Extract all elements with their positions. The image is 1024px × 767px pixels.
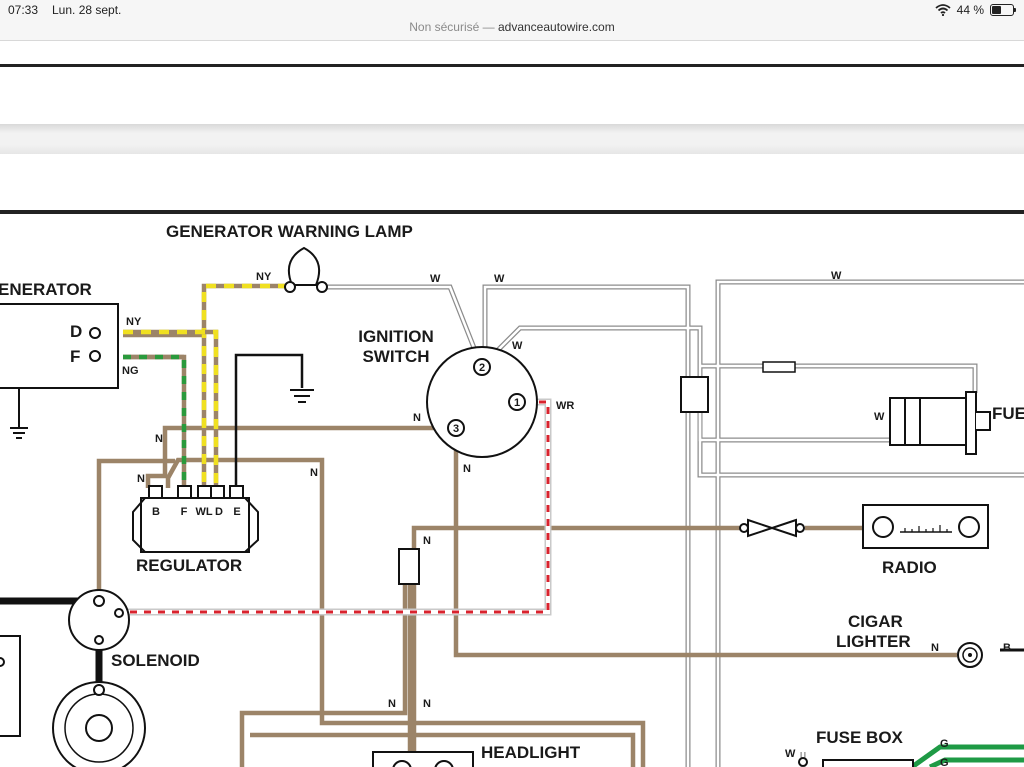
label-fuel: FUE <box>992 404 1024 423</box>
wire-w1: W <box>430 273 441 285</box>
label-warning-lamp: GENERATOR WARNING LAMP <box>166 222 413 241</box>
wire-n-reg-right: N <box>310 467 318 479</box>
wire-g1: G <box>940 738 949 750</box>
reg-e-label: E <box>233 506 240 518</box>
radio <box>862 504 989 549</box>
label-regulator: REGULATOR <box>136 556 242 575</box>
ign-3-label: 3 <box>453 423 459 435</box>
wire-ng-gen: NG <box>122 365 139 377</box>
wire-g2: G <box>940 757 949 767</box>
starter-motor <box>52 681 146 767</box>
label-cigar-1: CIGAR <box>848 612 903 631</box>
gen-f-terminal <box>89 350 101 362</box>
gen-d-label: D <box>70 322 82 341</box>
wire-n-bottom-1: N <box>388 698 396 710</box>
reg-f-label: F <box>181 506 188 518</box>
wire-n-fuse: N <box>423 535 431 547</box>
warning-lamp <box>284 246 328 293</box>
wiring-diagram: ENERATOR GENERATOR WARNING LAMP IGNITION… <box>0 222 1024 767</box>
label-solenoid: SOLENOID <box>111 651 200 670</box>
cigar-lighter <box>957 642 983 668</box>
headlight-switch <box>372 751 474 767</box>
wire-n-bottom-2: N <box>423 698 431 710</box>
label-fuse-box: FUSE BOX <box>816 728 904 747</box>
wire-w3: W <box>512 340 523 352</box>
generator <box>0 303 119 439</box>
wire-wr: WR <box>556 400 574 412</box>
wire-n-ign-3: N <box>463 463 471 475</box>
ign-2-label: 2 <box>479 362 485 374</box>
fuse-box <box>822 759 914 767</box>
wire-w4: W <box>831 270 842 282</box>
label-radio: RADIO <box>882 558 937 577</box>
gen-d-terminal <box>89 327 101 339</box>
gen-f-label: F <box>70 347 80 366</box>
wire-w2: W <box>494 273 505 285</box>
wire-n-cigar: N <box>931 642 939 654</box>
label-headlight: HEADLIGHT <box>481 743 581 762</box>
reg-b-label: B <box>152 506 160 518</box>
wire-n-ign: N <box>413 412 421 424</box>
wire-w-fuel: W <box>874 411 885 423</box>
radio-connector <box>739 518 805 538</box>
wire-ny-gen: NY <box>126 316 142 328</box>
wire-ny-lamp: NY <box>256 271 272 283</box>
regulator <box>132 485 259 553</box>
wire-w-fuse: W <box>785 748 796 760</box>
reg-wl-label: WL <box>195 506 212 518</box>
reg-d-label: D <box>215 506 223 518</box>
fuel-pump <box>889 391 991 455</box>
label-ignition-1: IGNITION <box>358 327 434 346</box>
wire-b-cigar: B <box>1003 642 1011 654</box>
label-generator: ENERATOR <box>0 280 92 299</box>
solenoid <box>68 589 130 651</box>
label-cigar-2: LIGHTER <box>836 632 911 651</box>
ign-1-label: 1 <box>514 397 520 409</box>
wire-n-reg-left: N <box>155 433 163 445</box>
label-ignition-2: SWITCH <box>362 347 429 366</box>
wire-n-reg-b: N <box>137 473 145 485</box>
